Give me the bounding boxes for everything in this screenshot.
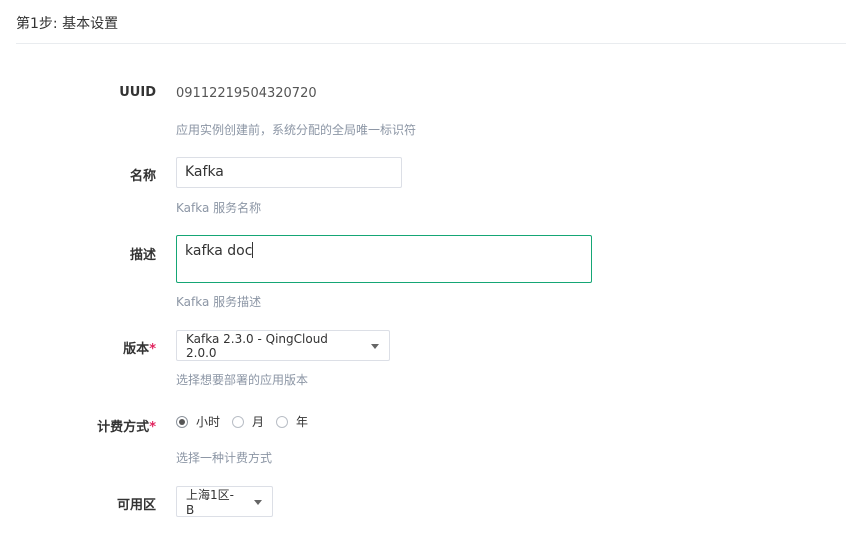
name-input-value: Kafka [185,164,224,180]
version-required-mark: * [149,342,156,357]
version-help: 选择想要部署的应用版本 [176,373,309,387]
billing-label: 计费方式* [97,416,156,435]
description-textarea-value: kafka doc [185,243,253,259]
name-help: Kafka 服务名称 [176,201,262,215]
name-input[interactable]: Kafka [176,157,402,188]
radio-unchecked-icon[interactable] [232,415,245,428]
step-title: 第1步: 基本设置 [16,16,119,32]
uuid-help: 应用实例创建前，系统分配的全局唯一标识符 [176,123,417,137]
deploy-form-page: 第1步: 基本设置 UUID 09112219504320720 应用实例创建前… [0,0,846,538]
zone-select-value: 上海1区-B [186,488,234,517]
billing-radio-hour[interactable]: 小时 [176,413,220,430]
version-select[interactable]: Kafka 2.3.0 - QingCloud 2.0.0 [176,330,390,361]
billing-radio-group: 小时 月 年 [176,413,320,430]
uuid-value: 09112219504320720 [176,86,317,101]
description-textarea[interactable]: kafka doc [176,235,592,283]
description-label: 描述 [129,248,156,263]
billing-radio-year[interactable]: 年 [276,413,308,430]
billing-option-hour: 小时 [196,415,221,429]
billing-option-year: 年 [296,415,309,429]
uuid-label: UUID [119,85,156,100]
zone-select[interactable]: 上海1区-B [176,486,273,517]
text-caret [252,242,254,258]
billing-label-text: 计费方式 [97,420,150,435]
chevron-down-icon [254,499,262,505]
billing-option-month: 月 [252,415,265,429]
chevron-down-icon [371,343,379,349]
version-select-value: Kafka 2.3.0 - QingCloud 2.0.0 [186,331,328,360]
description-help: Kafka 服务描述 [176,295,262,309]
billing-radio-month[interactable]: 月 [232,413,264,430]
billing-help: 选择一种计费方式 [176,451,273,465]
version-label-text: 版本 [123,342,150,357]
name-label: 名称 [129,169,156,184]
header-divider [16,43,846,44]
radio-checked-icon[interactable] [176,415,188,428]
radio-unchecked-icon[interactable] [276,415,289,428]
billing-required-mark: * [149,420,156,435]
version-label: 版本* [123,338,156,357]
zone-label: 可用区 [116,498,156,513]
